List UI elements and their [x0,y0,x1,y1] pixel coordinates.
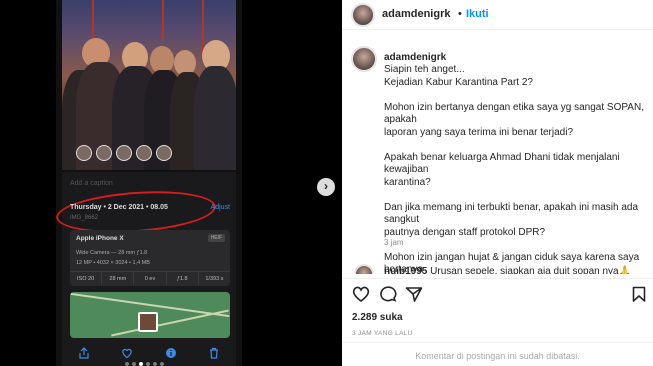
comment-avatar[interactable] [354,264,374,274]
exif-iso: ISO 20 [70,272,103,285]
like-heart-icon[interactable] [352,286,370,307]
balloon-rope [162,0,164,40]
map-photo-pin[interactable] [138,312,158,332]
follow-button[interactable]: Ikuti [466,8,489,20]
caption-area: adamdenigrk Siapin teh anget... Kejadian… [342,42,653,274]
post-panel: adamdenigrk • Ikuti adamdenigrk Siapin t… [342,0,653,366]
carousel-dot [132,362,136,366]
header-separator: • [458,8,462,20]
image-specs: 12 MP • 4032 × 3024 • 1,4 MB [76,260,150,266]
photo-date: Thursday • 2 Dec 2021 • 08.05 [70,204,168,211]
person-avatar[interactable] [156,145,172,161]
bookmark-icon[interactable] [632,286,646,307]
adjust-button[interactable]: Adjust [211,204,230,211]
phone-screenshot: Add a caption Thursday • 2 Dec 2021 • 08… [56,0,242,366]
person-avatar[interactable] [136,145,152,161]
photo-info-panel: Add a caption Thursday • 2 Dec 2021 • 08… [56,172,236,366]
exif-focal: 28 mm [102,272,135,285]
photo-filename: IMG_8662 [70,215,99,221]
carousel-dot [146,362,150,366]
carousel-dot [153,362,157,366]
next-arrow-icon[interactable]: › [317,178,335,196]
post-time: 3 JAM YANG LALU [352,330,413,337]
header-username[interactable]: adamdenigrk [382,8,450,20]
caption-time: 3 jam [384,238,404,247]
post-media: Add a caption Thursday • 2 Dec 2021 • 08… [0,0,342,366]
carousel-dot-active [139,362,143,366]
comment-preview: nujb1995 Urusan sepele, siapkan aja duit… [384,266,631,274]
comment-bubble-icon[interactable] [379,286,397,307]
avatar[interactable] [351,3,375,27]
exif-ev: 0 ev [134,272,167,285]
trash-icon[interactable] [208,347,220,359]
share-plane-icon[interactable] [405,286,423,307]
person [194,66,236,170]
carousel-dot [125,362,129,366]
info-icon[interactable] [165,347,177,359]
exif-shutter: 1/393 s [205,276,224,282]
format-badge: HEIF [207,234,225,242]
caption-username[interactable]: adamdenigrk [384,52,446,63]
post-header: adamdenigrk • Ikuti [342,0,653,30]
caption-text: Siapin teh anget... Kejadian Kabur Karan… [384,64,644,274]
person-avatar[interactable] [76,145,92,161]
group-photo [62,0,236,170]
camera-name: Apple iPhone X [76,235,124,242]
carousel-dots [125,362,164,366]
carousel-dot [160,362,164,366]
person-avatar[interactable] [96,145,112,161]
action-bar [342,278,653,308]
caption-avatar[interactable] [351,46,377,72]
likes-count[interactable]: 2.289 suka [352,312,403,323]
location-map[interactable] [70,292,230,338]
camera-info-card: Apple iPhone X HEIF Wide Camera — 28 mm … [70,230,230,286]
add-caption-field[interactable]: Add a caption [70,180,113,187]
exif-aperture: ƒ1.8 [167,272,199,285]
exif-row: ISO 20 28 mm 0 ev ƒ1.8 1/393 s [70,271,230,285]
heart-icon[interactable] [121,347,133,359]
comments-disabled-notice: Komentar di postingan ini sudah dibatasi… [342,342,653,366]
comment-text: Urusan sepele, siapkan aja duit sopan ny… [430,266,632,274]
people-avatars [76,145,172,161]
map-road [111,309,229,337]
comment-username[interactable]: nujb1995 [384,266,427,274]
lens-info: Wide Camera — 28 mm ƒ1.8 [76,250,148,256]
person-avatar[interactable] [116,145,132,161]
share-icon[interactable] [78,347,90,359]
